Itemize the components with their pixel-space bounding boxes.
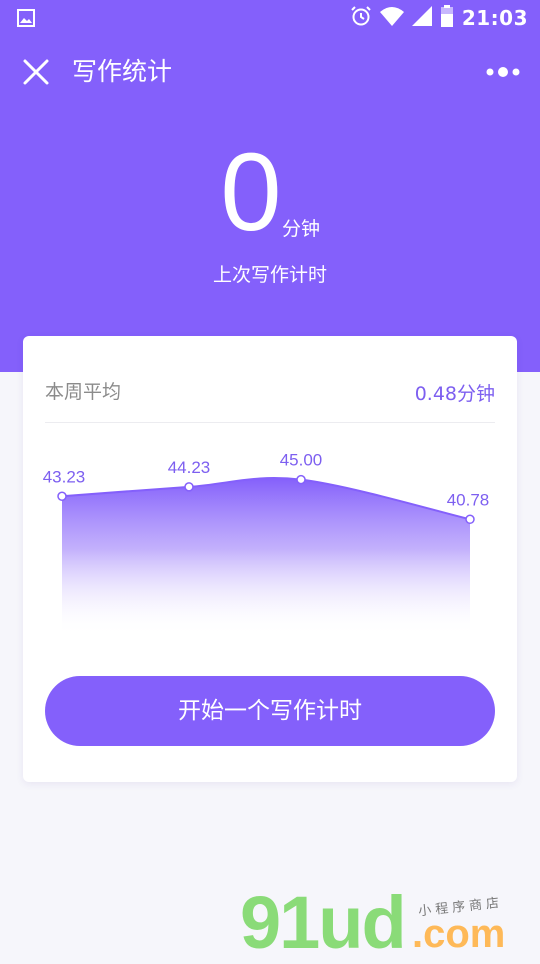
more-dots-icon[interactable] <box>486 62 522 82</box>
alarm-icon <box>350 5 372 31</box>
watermark-domain: .com <box>412 912 506 956</box>
watermark-logo: 91ud <box>240 881 407 964</box>
close-icon[interactable] <box>20 56 52 88</box>
chart-area-fill <box>62 478 470 636</box>
chart-data-label: 44.23 <box>168 458 211 477</box>
last-session-caption: 上次写作计时 <box>212 264 327 286</box>
chart-point <box>296 474 306 485</box>
last-session-minutes: 0 <box>220 131 282 254</box>
signal-icon <box>411 6 432 30</box>
weekly-stats-card: 本周平均 0.48分钟 43.23 44.23 45.00 40.78 开始一个写作计… <box>23 336 517 782</box>
chart-point <box>57 491 67 502</box>
chart-data-label: 40.78 <box>447 490 490 509</box>
chart-data-label: 45.00 <box>280 451 323 470</box>
chart-data-label: 43.23 <box>43 467 86 486</box>
last-session-unit: 分钟 <box>282 218 321 240</box>
status-time: 21:03 <box>461 6 528 30</box>
chart-point <box>465 514 475 525</box>
gallery-icon <box>17 9 35 31</box>
status-bar: 21:03 <box>0 0 540 36</box>
wifi-icon <box>379 6 404 30</box>
status-icons: 21:03 <box>350 5 528 31</box>
chart-point <box>184 482 194 492</box>
page-title: 写作统计 <box>72 57 173 86</box>
start-writing-timer-button[interactable]: 开始一个写作计时 <box>45 676 495 746</box>
battery-icon <box>440 5 454 31</box>
